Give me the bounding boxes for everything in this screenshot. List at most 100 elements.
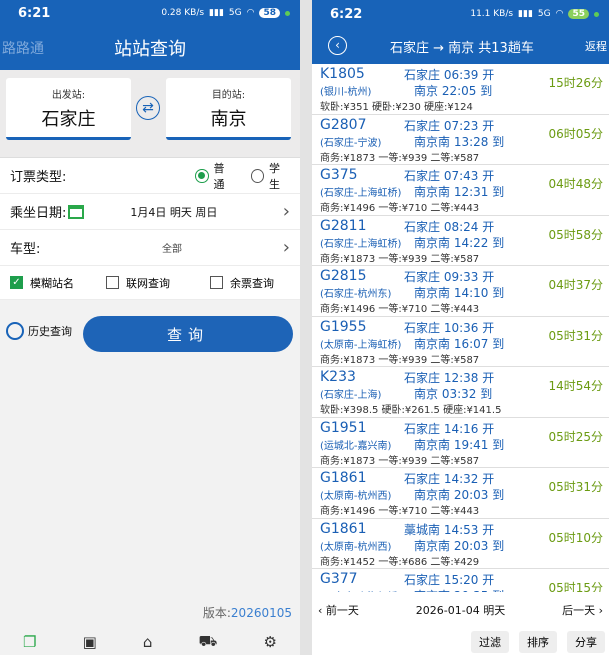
train-number: G1955 bbox=[320, 318, 367, 335]
network-query-checkbox[interactable]: 联网查询 bbox=[106, 275, 170, 291]
train-number: G2807 bbox=[320, 116, 367, 133]
train-departure: 石家庄 12:38 开 bbox=[404, 371, 495, 385]
to-station-label: 目的站: bbox=[211, 90, 246, 101]
history-label: 历史查询 bbox=[28, 325, 72, 338]
train-arrival: 南京南 13:28 到 bbox=[414, 134, 505, 149]
to-station-card[interactable]: 目的站: 南京 bbox=[166, 78, 291, 140]
train-list-screen: 6:22 11.1 KB/s ▮▮▮ 5G ◠ 55 ‹ 石家庄 → 南京 共1… bbox=[312, 0, 609, 655]
wifi-icon: ◠ bbox=[555, 9, 564, 19]
train-row[interactable]: G375 (石家庄-上海虹桥) 石家庄 07:43 开南京南 12:31 到 04时4… bbox=[312, 165, 609, 216]
actions-area: 历史查询 查询 bbox=[0, 300, 300, 360]
train-route: (石家庄-宁波) bbox=[320, 137, 382, 149]
train-row[interactable]: G2811 (石家庄-上海虹桥) 石家庄 08:24 开南京南 14:22 到 05时… bbox=[312, 216, 609, 266]
train-row[interactable]: K233 (石家庄-上海) 石家庄 12:38 开南京 03:32 到 14时54分软… bbox=[312, 367, 609, 418]
nav-settings-icon[interactable]: ⚙ bbox=[263, 633, 276, 651]
train-duration: 06时05分 bbox=[548, 126, 603, 141]
train-row[interactable]: G1951 (运城北-嘉兴南) 石家庄 14:16 开南京南 19:41 到 05时2… bbox=[312, 418, 609, 468]
train-route: (石家庄-杭州东) bbox=[320, 289, 392, 300]
train-departure: 石家庄 10:36 开 bbox=[404, 320, 495, 335]
train-prices: 商务:¥1873 一等:¥939 二等:¥587 bbox=[320, 152, 480, 164]
train-row[interactable]: G2815 (石家庄-杭州东) 石家庄 09:33 开南京南 14:10 到 04时3… bbox=[312, 266, 609, 317]
train-prices: 软卧:¥351 硬卧:¥230 硬座:¥124 bbox=[320, 102, 473, 113]
nav-bus-icon[interactable]: ▣ bbox=[83, 633, 97, 651]
history-query-button[interactable]: 历史查询 bbox=[6, 322, 72, 340]
train-row[interactable]: G377(石家庄-上海虹桥)石家庄 15:20 开南京南 20:35 到 05时1… bbox=[312, 569, 609, 592]
nav-home-icon[interactable]: ⌂ bbox=[143, 633, 153, 651]
chevron-right-icon: › bbox=[282, 237, 290, 258]
from-station-card[interactable]: 出发站: 石家庄 bbox=[6, 78, 131, 140]
prev-day-button[interactable]: ‹ 前一天 bbox=[318, 602, 359, 618]
status-bar: 6:21 0.28 KB/s ▮▮▮ 5G ◠ 58 bbox=[0, 0, 300, 26]
query-button[interactable]: 查询 bbox=[83, 316, 293, 352]
train-arrival: 南京 03:32 到 bbox=[414, 387, 493, 401]
prev-day-label: 前一天 bbox=[325, 604, 359, 617]
remain-ticket-checkbox[interactable]: 余票查询 bbox=[210, 275, 274, 291]
train-duration: 05时25分 bbox=[548, 429, 603, 444]
to-station-name: 南京 bbox=[210, 109, 247, 130]
nav-cart-icon[interactable]: ⛟ bbox=[199, 632, 218, 652]
train-duration: 05时31分 bbox=[548, 480, 603, 494]
status-bar: 6:22 11.1 KB/s ▮▮▮ 5G ◠ 55 bbox=[312, 0, 609, 28]
train-departure: 石家庄 14:32 开 bbox=[404, 472, 495, 486]
signal-icon: ▮▮▮ bbox=[209, 8, 224, 18]
train-prices: 商务:¥1452 一等:¥686 二等:¥429 bbox=[320, 556, 480, 568]
calendar-icon bbox=[68, 204, 85, 219]
train-route: (石家庄-上海虹桥) bbox=[320, 238, 402, 250]
train-departure: 石家庄 15:20 开 bbox=[404, 573, 495, 587]
train-number: G1861 bbox=[320, 470, 367, 486]
radio-normal-label: 普通 bbox=[213, 161, 225, 191]
history-icon bbox=[6, 322, 24, 340]
swap-stations-icon[interactable]: ⇄ bbox=[136, 96, 160, 120]
train-number: G377 bbox=[320, 571, 358, 587]
train-row[interactable]: G1861 (太原南-杭州西) 石家庄 14:32 开南京南 20:03 到 05时3… bbox=[312, 468, 609, 519]
train-arrival: 南京 22:05 到 bbox=[414, 84, 493, 98]
fuzzy-name-checkbox[interactable]: ✓ 模糊站名 bbox=[10, 275, 74, 291]
checkbox-unchecked-icon bbox=[210, 276, 223, 289]
signal-icon: ▮▮▮ bbox=[518, 9, 533, 19]
next-day-button[interactable]: 后一天 › bbox=[562, 602, 603, 618]
date-row[interactable]: 乘坐日期: 1月4日 明天 周日 › bbox=[0, 194, 300, 230]
divider bbox=[300, 0, 312, 655]
train-prices: 商务:¥1496 一等:¥710 二等:¥443 bbox=[320, 203, 480, 214]
train-number: K1805 bbox=[320, 66, 365, 82]
from-station-label: 出发站: bbox=[51, 90, 86, 101]
train-departure: 石家庄 14:16 开 bbox=[404, 421, 495, 436]
back-icon[interactable]: ‹ bbox=[328, 36, 347, 55]
sort-button[interactable]: 排序 bbox=[519, 631, 557, 653]
filter-button[interactable]: 过滤 bbox=[471, 631, 509, 653]
version-number: 20260105 bbox=[230, 606, 292, 620]
train-prices: 商务:¥1873 一等:¥939 二等:¥587 bbox=[320, 354, 480, 366]
radio-normal[interactable]: 普通 bbox=[195, 160, 234, 192]
train-row[interactable]: G1861 (太原南-杭州西) 藁城南 14:53 开南京南 20:03 到 05时1… bbox=[312, 519, 609, 569]
return-trip-button[interactable]: 返程 bbox=[585, 38, 607, 54]
page-title: 石家庄 → 南京 共13趟车 bbox=[390, 40, 534, 56]
train-prices: 商务:¥1873 一等:¥939 二等:¥587 bbox=[320, 253, 480, 265]
train-route: (太原南-上海虹桥) bbox=[320, 339, 402, 351]
station-selector: 出发站: 石家庄 ⇄ 目的站: 南京 bbox=[0, 70, 300, 158]
bottom-nav: ❐ ▣ ⌂ ⛟ ⚙ bbox=[0, 629, 300, 655]
car-type-row[interactable]: 车型: 全部 › bbox=[0, 230, 300, 266]
radio-student[interactable]: 学生 bbox=[250, 160, 290, 192]
query-form: 订票类型: 普通 学生 乘坐日期: 1月4日 明天 周日 › 车型: 全部 › … bbox=[0, 158, 300, 300]
nav-copy-icon[interactable]: ❐ bbox=[23, 633, 36, 651]
train-route: (太原南-杭州西) bbox=[320, 491, 392, 502]
train-arrival: 南京南 20:35 到 bbox=[414, 587, 504, 592]
from-station-name: 石家庄 bbox=[41, 109, 96, 130]
fuzzy-name-label: 模糊站名 bbox=[30, 276, 74, 290]
network-query-label: 联网查询 bbox=[126, 276, 170, 290]
train-row[interactable]: G2807 (石家庄-宁波) 石家庄 07:23 开南京南 13:28 到 06时05… bbox=[312, 115, 609, 165]
train-number: G375 bbox=[320, 167, 358, 183]
train-route: (银川-杭州) bbox=[320, 87, 372, 98]
train-duration: 04时48分 bbox=[548, 177, 603, 191]
next-day-label: 后一天 bbox=[562, 604, 596, 617]
options-row: ✓ 模糊站名 联网查询 余票查询 bbox=[0, 266, 300, 300]
train-departure: 藁城南 14:53 开 bbox=[404, 522, 495, 537]
network-speed: 0.28 KB/s bbox=[161, 8, 205, 18]
train-arrival: 南京南 12:31 到 bbox=[414, 185, 505, 199]
train-row[interactable]: K1805 (银川-杭州) 石家庄 06:39 开南京 22:05 到 15时26分软… bbox=[312, 64, 609, 115]
share-button[interactable]: 分享 bbox=[567, 631, 605, 653]
train-route: (石家庄-上海虹桥) bbox=[320, 188, 402, 199]
status-dot-icon bbox=[594, 11, 599, 17]
train-row[interactable]: G1955 (太原南-上海虹桥) 石家庄 10:36 开南京南 16:07 到 05时… bbox=[312, 317, 609, 367]
train-departure: 石家庄 06:39 开 bbox=[404, 68, 495, 82]
